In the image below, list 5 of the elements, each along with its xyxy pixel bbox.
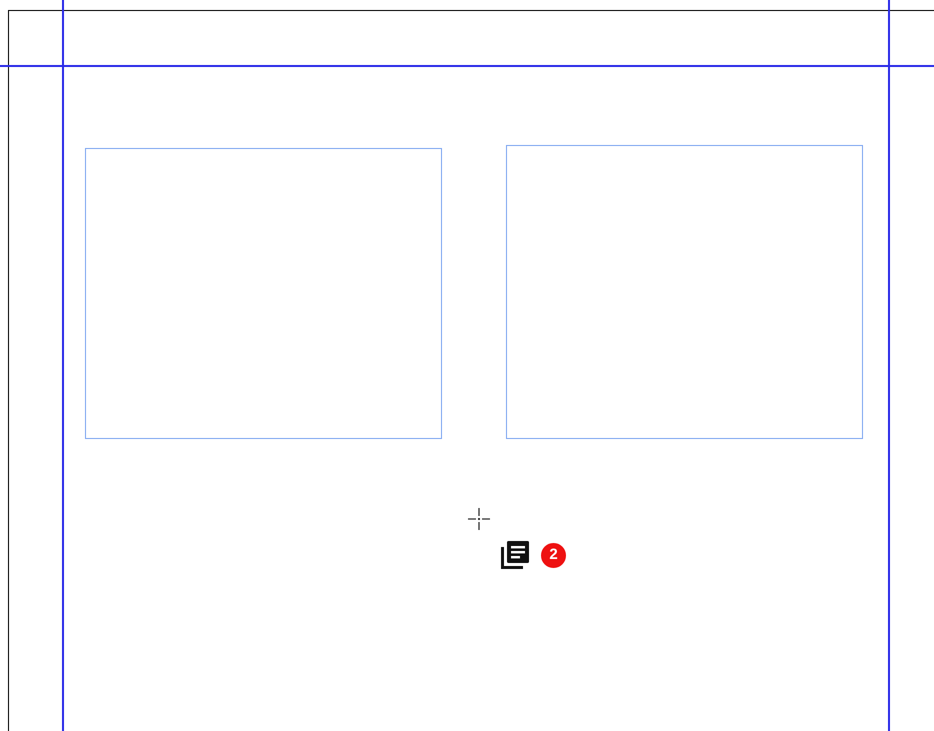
frame-outline[interactable] xyxy=(85,148,442,439)
frame-outline[interactable] xyxy=(506,145,863,439)
copy-document-icon xyxy=(499,539,531,571)
count-badge: 2 xyxy=(539,541,568,570)
crosshair-cursor-icon xyxy=(467,507,491,531)
